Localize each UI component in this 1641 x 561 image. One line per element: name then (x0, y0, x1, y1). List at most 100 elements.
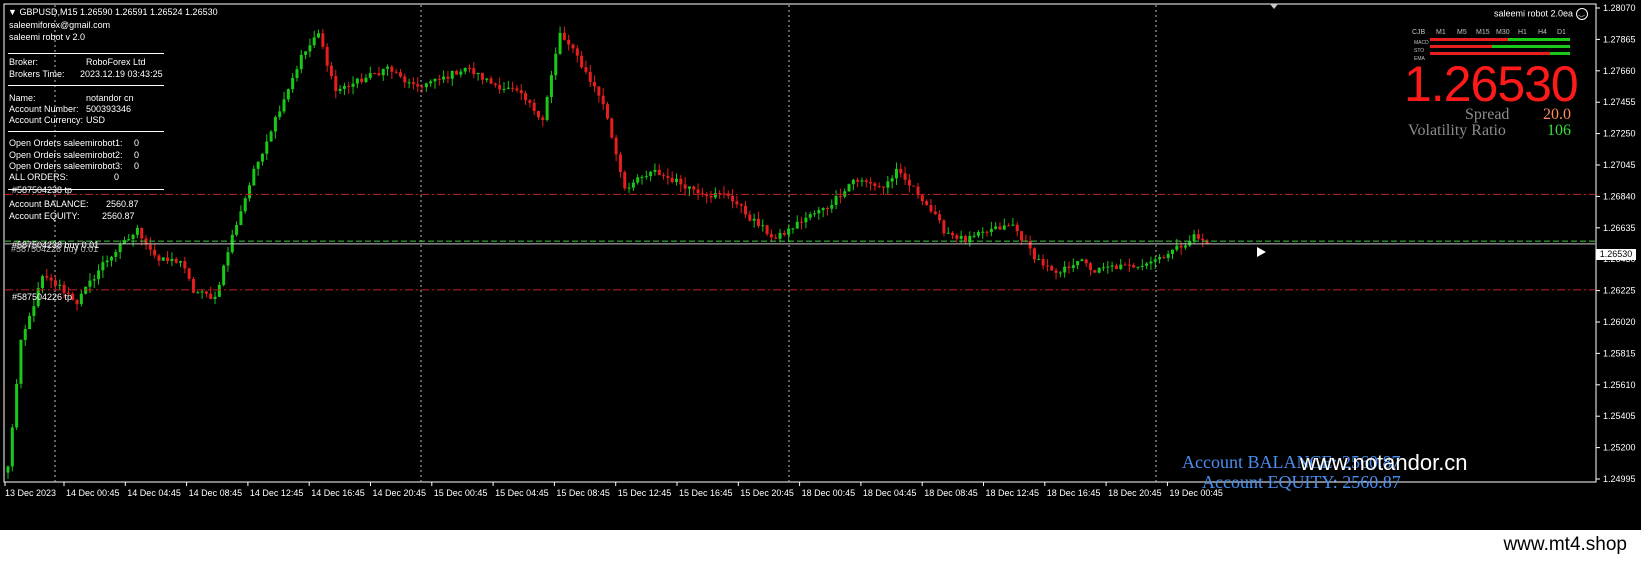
bull-candle (248, 185, 252, 199)
bull-candle (675, 178, 679, 183)
time-tick-label: 14 Dec 00:45 (66, 488, 120, 498)
bear-candle (1123, 264, 1127, 266)
volatility-value: 106 (1547, 122, 1571, 139)
bull-candle (170, 258, 174, 261)
bear-candle (524, 93, 528, 101)
bull-candle (502, 88, 506, 90)
bull-candle (161, 257, 165, 261)
chart-watermark: www.notandor.cn (1300, 450, 1468, 475)
bull-candle (1011, 224, 1015, 226)
bear-candle (1084, 259, 1088, 264)
bull-candle (713, 193, 717, 198)
bull-candle (1110, 265, 1114, 267)
time-tick-label: 18 Dec 00:45 (802, 488, 856, 498)
bull-candle (1063, 266, 1067, 273)
bear-candle (1028, 241, 1032, 249)
time-tick-label: 15 Dec 04:45 (495, 488, 549, 498)
currency-label: Account Currency: (9, 115, 84, 125)
bull-candle (10, 427, 14, 467)
bull-candle (791, 228, 795, 230)
bull-candle (989, 228, 993, 233)
bear-candle (916, 186, 920, 196)
bull-candle (808, 214, 812, 218)
bear-candle (515, 88, 519, 91)
bull-candle (41, 276, 45, 289)
bear-candle (756, 218, 760, 226)
bear-candle (955, 235, 959, 239)
bear-candle (985, 231, 989, 233)
bull-candle (1080, 259, 1084, 262)
bear-candle (157, 255, 161, 261)
bull-candle (851, 179, 855, 185)
bull-candle (994, 226, 998, 229)
bear-candle (942, 220, 946, 234)
bull-candle (342, 86, 346, 89)
time-axis: 13 Dec 2023 14 Dec 00:45 14 Dec 04:45 14 De… (4, 482, 1223, 498)
bear-candle (951, 232, 955, 236)
bull-candle (105, 260, 109, 263)
bear-candle (670, 177, 674, 183)
bull-candle (972, 235, 976, 237)
bear-candle (662, 175, 666, 177)
bear-candle (657, 169, 661, 176)
info-separator (8, 131, 164, 132)
time-tick-label: 14 Dec 20:45 (373, 488, 427, 498)
bear-candle (45, 276, 49, 278)
bear-candle (735, 201, 739, 205)
all-orders-value: 0 (114, 172, 120, 182)
time-tick-label: 18 Dec 04:45 (863, 488, 917, 498)
bear-candle (498, 85, 502, 90)
bear-candle (998, 226, 1002, 230)
bull-candle (959, 235, 963, 239)
chart-window[interactable]: 1.28070 1.27865 1.27660 1.27455 1.27250 1.270… (0, 0, 1641, 530)
bear-candle (53, 280, 57, 286)
bull-candle (260, 153, 264, 162)
bear-candle (204, 291, 208, 294)
bear-candle (334, 76, 338, 92)
bull-candle (1002, 225, 1006, 230)
bear-candle (623, 172, 627, 189)
bull-candle (79, 293, 83, 305)
bear-candle (480, 72, 484, 80)
bear-candle (679, 178, 683, 185)
bull-candle (110, 256, 114, 261)
bear-candle (528, 100, 532, 103)
bear-candle (873, 183, 877, 187)
bull-candle (127, 239, 131, 241)
bull-candle (222, 265, 226, 285)
bull-candle (114, 252, 118, 257)
bear-candle (1114, 265, 1118, 269)
bear-candle (446, 76, 450, 79)
bear-candle (437, 78, 441, 80)
bear-candle (1015, 224, 1019, 232)
bull-candle (424, 83, 428, 88)
account-number-value: 500393346 (86, 104, 132, 114)
bull-candle (894, 168, 898, 179)
name-value: notandor cn (86, 93, 134, 103)
bull-candle (256, 161, 260, 169)
price-tick-label: 1.25610 (1603, 380, 1636, 390)
bull-candle (1097, 267, 1101, 273)
bull-candle (631, 182, 635, 188)
time-tick-label: 18 Dec 16:45 (1047, 488, 1101, 498)
bull-candle (644, 176, 648, 178)
bull-candle (433, 78, 437, 82)
bull-candle (200, 291, 204, 293)
bull-candle (355, 78, 359, 84)
bull-candle (886, 181, 890, 188)
bear-candle (148, 244, 152, 250)
bear-candle (411, 82, 415, 85)
tp-order-tag[interactable]: #587504238 tp (12, 185, 72, 195)
candle-series (6, 26, 1209, 479)
bear-candle (920, 195, 924, 202)
open-orders-3-label: Open Orders saleemirobot3: (9, 161, 123, 171)
price-tick-label: 1.26840 (1603, 191, 1636, 201)
bull-candle (88, 280, 92, 287)
bull-candle (15, 383, 19, 428)
buy-order-label[interactable]: #587504238 buy 0.01 (12, 240, 99, 251)
bull-candle (860, 180, 864, 182)
time-tick-label: 14 Dec 16:45 (311, 488, 365, 498)
tp-order-label[interactable]: #587504226 tp (12, 292, 72, 303)
bear-candle (683, 184, 687, 189)
bear-candle (493, 83, 497, 86)
